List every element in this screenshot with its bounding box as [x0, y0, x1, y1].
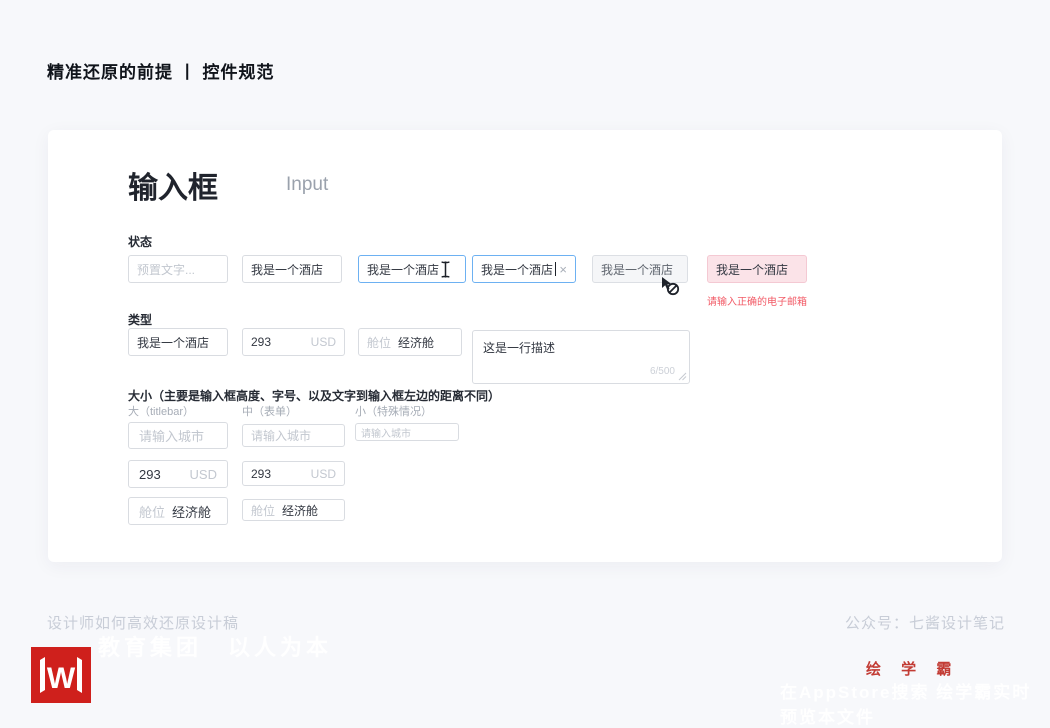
input-status-error[interactable]: 我是一个酒店	[707, 255, 807, 283]
resize-handle-icon[interactable]	[678, 372, 687, 381]
input-value: 我是一个酒店	[251, 262, 324, 277]
input-size-large-price[interactable]: 293 USD	[128, 460, 228, 488]
input-prefix-label: 舱位	[139, 504, 166, 520]
svg-text:W: W	[47, 662, 76, 695]
size-column-label-small: 小（特殊情况）	[355, 406, 432, 418]
input-placeholder: 请输入城市	[361, 428, 411, 440]
input-value: 我是一个酒店	[481, 262, 554, 277]
input-type-text[interactable]: 我是一个酒店	[128, 328, 228, 356]
section-label-size: 大小（主要是输入框高度、字号、以及文字到输入框左边的距离不同）	[128, 389, 501, 403]
card-subtitle: Input	[286, 174, 329, 195]
section-label-status: 状态	[128, 235, 153, 249]
input-status-focused[interactable]: 我是一个酒店 ×	[472, 255, 576, 283]
input-placeholder: 预置文字...	[137, 262, 196, 277]
size-column-label-large: 大（titlebar）	[128, 406, 195, 418]
input-suffix: USD	[310, 466, 336, 481]
input-spec-card: 输入框 Input 状态 预置文字... 我是一个酒店 我是一个酒店 我是一个酒…	[48, 130, 1002, 562]
error-message: 请输入正确的电子邮箱	[707, 297, 807, 308]
input-value: 经济舱	[282, 503, 319, 518]
not-allowed-cursor-icon	[662, 277, 680, 296]
input-suffix: USD	[310, 335, 336, 349]
input-size-large-cabin[interactable]: 舱位 经济舱	[128, 497, 228, 525]
input-value: 我是一个酒店	[601, 262, 674, 277]
input-size-medium-price[interactable]: 293 USD	[242, 461, 345, 486]
input-status-default[interactable]: 预置文字...	[128, 255, 228, 283]
page-title: 精准还原的前提 丨 控件规范	[47, 63, 275, 82]
section-label-type: 类型	[128, 313, 153, 327]
input-value: 我是一个酒店	[367, 262, 440, 277]
input-status-filled[interactable]: 我是一个酒店	[242, 255, 342, 283]
input-value: 经济舱	[398, 335, 435, 350]
watermark-text-left: 教育集团 以人为本	[98, 635, 333, 660]
watermark-text-right: 在AppStore搜索 绘学霸实时预览本文件	[780, 683, 1032, 727]
clear-icon[interactable]: ×	[559, 263, 567, 276]
w-book-logo-icon: W	[31, 647, 91, 703]
input-type-prefix[interactable]: 舱位 经济舱	[358, 328, 462, 356]
input-prefix-label: 舱位	[251, 503, 276, 518]
input-type-number-suffix[interactable]: 293 USD	[242, 328, 345, 356]
text-cursor-icon	[441, 261, 450, 278]
card-title: 输入框	[128, 172, 218, 205]
input-value: 我是一个酒店	[716, 262, 789, 277]
input-suffix: USD	[189, 466, 217, 482]
input-value: 经济舱	[172, 504, 212, 520]
input-prefix-label: 舱位	[367, 335, 392, 350]
footer-right-caption: 公众号：七酱设计笔记	[844, 615, 1005, 632]
input-size-large-city[interactable]: 请输入城市	[128, 422, 228, 449]
footer-left-caption: 设计师如何高效还原设计稿	[47, 615, 240, 632]
input-size-medium-city[interactable]: 请输入城市	[242, 424, 345, 447]
textarea-counter: 6/500	[649, 366, 675, 377]
input-value: 293	[251, 335, 272, 349]
textarea-value: 这是一行描述	[483, 341, 556, 355]
textarea-description[interactable]: 这是一行描述 6/500	[472, 330, 690, 384]
input-size-small-city[interactable]: 请输入城市	[355, 423, 459, 441]
input-size-medium-cabin[interactable]: 舱位 经济舱	[242, 499, 345, 521]
brand-name: 绘 学 霸	[866, 661, 960, 678]
text-caret	[555, 262, 557, 276]
input-value: 我是一个酒店	[137, 335, 210, 350]
input-placeholder: 请输入城市	[139, 429, 205, 444]
input-value: 293	[139, 466, 161, 482]
input-placeholder: 请输入城市	[251, 429, 312, 443]
huixueba-logo: W	[31, 647, 91, 703]
input-status-hover[interactable]: 我是一个酒店	[358, 255, 466, 283]
input-value: 293	[251, 466, 272, 481]
size-column-label-medium: 中（表单）	[242, 406, 297, 418]
